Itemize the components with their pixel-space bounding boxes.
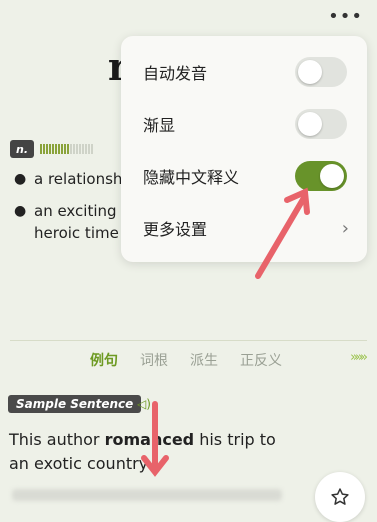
frequency-segment [64, 144, 66, 154]
hidden-translation [12, 489, 282, 501]
bullet-icon: ● [14, 171, 27, 187]
speaker-icon[interactable]: ◁) [137, 397, 151, 411]
menu-item-label: 隐藏中文释义 [143, 168, 240, 187]
toggle-knob [320, 164, 344, 188]
menu-item-label: 自动发音 [143, 64, 208, 83]
sample-sentence-badge: Sample Sentence [8, 395, 142, 413]
sentence-keyword: romanced [104, 430, 195, 449]
menu-item-more-settings[interactable]: 更多设置 › [121, 202, 367, 254]
fade-in-toggle[interactable] [295, 109, 347, 139]
more-options-button[interactable]: ••• [328, 6, 363, 27]
menu-item-auto-pronounce: 自动发音 [121, 46, 367, 98]
menu-item-label: 渐显 [143, 116, 176, 135]
frequency-segment [76, 144, 78, 154]
hide-chinese-toggle[interactable] [295, 161, 347, 191]
frequency-segment [67, 144, 69, 154]
chevron-right-icon: › [341, 217, 349, 239]
settings-popup: 自动发音 渐显 隐藏中文释义 更多设置 › [121, 36, 367, 262]
frequency-segment [91, 144, 93, 154]
auto-pronounce-toggle[interactable] [295, 57, 347, 87]
tabs-divider [10, 340, 367, 341]
toggle-knob [298, 112, 322, 136]
menu-item-label: 更多设置 [143, 220, 208, 239]
tabs-more-arrows-icon[interactable]: »»» [350, 350, 368, 365]
frequency-segment [70, 144, 72, 154]
frequency-segment [73, 144, 75, 154]
frequency-segment [49, 144, 51, 154]
frequency-segment [88, 144, 90, 154]
frequency-segment [82, 144, 84, 154]
definition-text: a relationsh [34, 170, 123, 188]
frequency-segment [46, 144, 48, 154]
frequency-segment [58, 144, 60, 154]
frequency-segment [79, 144, 81, 154]
tab-examples[interactable]: 例句 [90, 350, 118, 370]
favorite-button[interactable] [315, 472, 365, 522]
tab-roots[interactable]: 词根 [140, 350, 168, 370]
frequency-bar [40, 144, 93, 154]
sentence-before: This author [9, 430, 105, 449]
menu-item-fade-in: 渐显 [121, 98, 367, 150]
frequency-segment [61, 144, 63, 154]
toggle-knob [298, 60, 322, 84]
frequency-segment [85, 144, 87, 154]
sample-sentence: This author romanced his trip to an exot… [9, 428, 299, 476]
tab-bar: 例句 词根 派生 正反义 [90, 350, 282, 370]
frequency-segment [40, 144, 42, 154]
frequency-segment [43, 144, 45, 154]
app: ••• r n. ● a relationsh ● an exciting a … [0, 0, 377, 522]
star-icon [331, 488, 349, 505]
bullet-icon: ● [14, 203, 27, 219]
tab-synonyms-antonyms[interactable]: 正反义 [240, 350, 282, 370]
tab-derivatives[interactable]: 派生 [190, 350, 218, 370]
frequency-segment [55, 144, 57, 154]
part-of-speech-badge: n. [10, 140, 34, 158]
menu-item-hide-chinese: 隐藏中文释义 [121, 150, 367, 202]
frequency-segment [52, 144, 54, 154]
